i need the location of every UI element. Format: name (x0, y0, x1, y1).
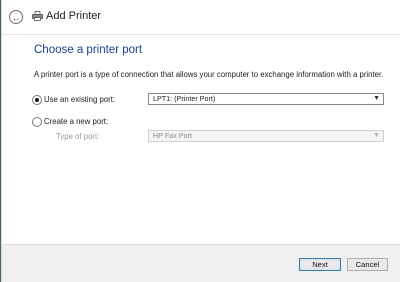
create-new-port-radio[interactable] (32, 117, 42, 127)
wizard-content: Choose a printer port A printer port is … (2, 35, 400, 244)
cancel-button[interactable]: Cancel (347, 258, 388, 271)
create-new-port-label[interactable]: Create a new port: (44, 117, 108, 126)
back-button[interactable]: ← (9, 10, 23, 24)
port-type-value: HP Fax Port (153, 131, 193, 140)
wizard-footer: Next Cancel (2, 244, 400, 282)
printer-icon (32, 11, 43, 21)
page-description: A printer port is a type of connection t… (34, 70, 384, 79)
title-bar: ← Add Printer (2, 0, 400, 35)
chevron-down-icon: ▼ (373, 132, 380, 139)
window-title: Add Printer (46, 10, 102, 22)
add-printer-window: ← Add Printer Choose a printer port A pr… (2, 0, 400, 282)
existing-port-select[interactable]: LPT1: (Printer Port) ▼ (148, 93, 384, 105)
existing-port-value: LPT1: (Printer Port) (153, 94, 216, 103)
chevron-down-icon: ▼ (373, 95, 380, 102)
existing-port-label[interactable]: Use an existing port: (44, 95, 115, 104)
page-title: Choose a printer port (34, 44, 143, 56)
port-type-label: Type of port: (56, 132, 100, 141)
port-type-select: HP Fax Port ▼ (148, 130, 384, 142)
existing-port-radio[interactable] (32, 95, 42, 105)
back-arrow-icon: ← (11, 13, 21, 23)
next-button[interactable]: Next (299, 258, 341, 271)
